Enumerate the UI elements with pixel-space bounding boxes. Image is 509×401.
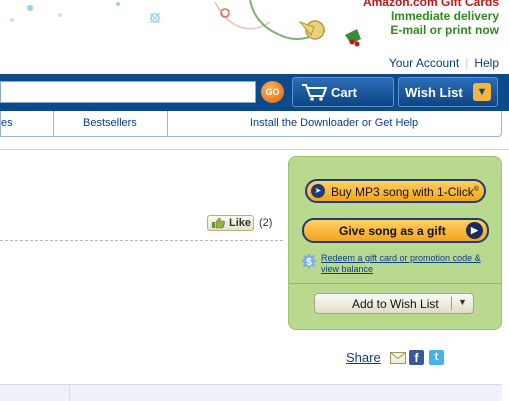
chevron-down-icon[interactable]: ▼ (473, 83, 491, 101)
facebook-icon[interactable]: f (409, 350, 424, 365)
wish-list-label: Wish List (405, 85, 463, 100)
promo-delivery-text: Immediate delivery (390, 9, 499, 23)
subnav-divider (53, 111, 54, 136)
buy-mp3-one-click-button[interactable]: ➤ Buy MP3 song with 1-Click® (305, 179, 486, 203)
subnav-item-downloader[interactable]: Install the Downloader or Get Help (250, 117, 418, 129)
cursor-click-icon: ➤ (311, 184, 325, 198)
dollar-badge-icon: $ (301, 253, 317, 269)
account-links: Your Account | Help (389, 56, 499, 70)
bottom-table-header (0, 384, 502, 401)
subnav-item-partial[interactable]: es (1, 117, 13, 129)
thumbs-up-icon (212, 217, 225, 229)
chevron-down-icon[interactable]: ▼ (458, 297, 467, 307)
dashed-divider (0, 240, 283, 241)
button-separator (451, 297, 452, 310)
svg-text:$: $ (306, 257, 312, 268)
add-to-wish-list-button[interactable]: Add to Wish List ▼ (314, 293, 474, 314)
play-arrow-icon: ▶ (466, 222, 483, 239)
buy-label: Buy MP3 song with 1-Click (331, 185, 474, 199)
column-divider (69, 385, 70, 401)
your-account-link[interactable]: Your Account (389, 56, 459, 70)
twitter-icon[interactable]: t (429, 350, 444, 365)
registered-mark: ® (473, 186, 479, 193)
like-button[interactable]: Like (207, 215, 254, 231)
subnav-divider (167, 111, 168, 136)
gift-label: Give song as a gift (339, 224, 446, 238)
add-wish-label: Add to Wish List (352, 297, 439, 311)
mail-icon[interactable] (390, 352, 406, 364)
cart-icon (302, 84, 327, 101)
give-song-as-gift-button[interactable]: Give song as a gift ▶ (302, 218, 489, 243)
link-separator: | (465, 56, 469, 70)
like-count: (2) (259, 217, 273, 229)
wish-list-button[interactable]: Wish List ▼ (398, 77, 498, 107)
buy-box-divider (289, 283, 501, 284)
cart-button[interactable]: Cart (292, 77, 394, 107)
promo-print-text: E-mail or print now (390, 23, 499, 37)
subnav-item-bestsellers[interactable]: Bestsellers (83, 117, 137, 129)
section-divider (0, 149, 509, 150)
share-link[interactable]: Share (346, 350, 381, 365)
cart-label: Cart (331, 85, 358, 100)
search-input[interactable] (0, 81, 256, 103)
sub-nav-bar: es Bestsellers Install the Downloader or… (0, 111, 502, 137)
promo-title[interactable]: Amazon.com Gift Cards (363, 0, 499, 9)
gift-card-promo-banner[interactable]: Amazon.com Gift Cards Immediate delivery… (0, 0, 509, 52)
redeem-gift-card-link[interactable]: Redeem a gift card or promotion code & v… (321, 253, 499, 275)
search-go-button[interactable]: GO (261, 81, 284, 103)
like-label: Like (229, 217, 252, 229)
help-link[interactable]: Help (474, 56, 499, 70)
